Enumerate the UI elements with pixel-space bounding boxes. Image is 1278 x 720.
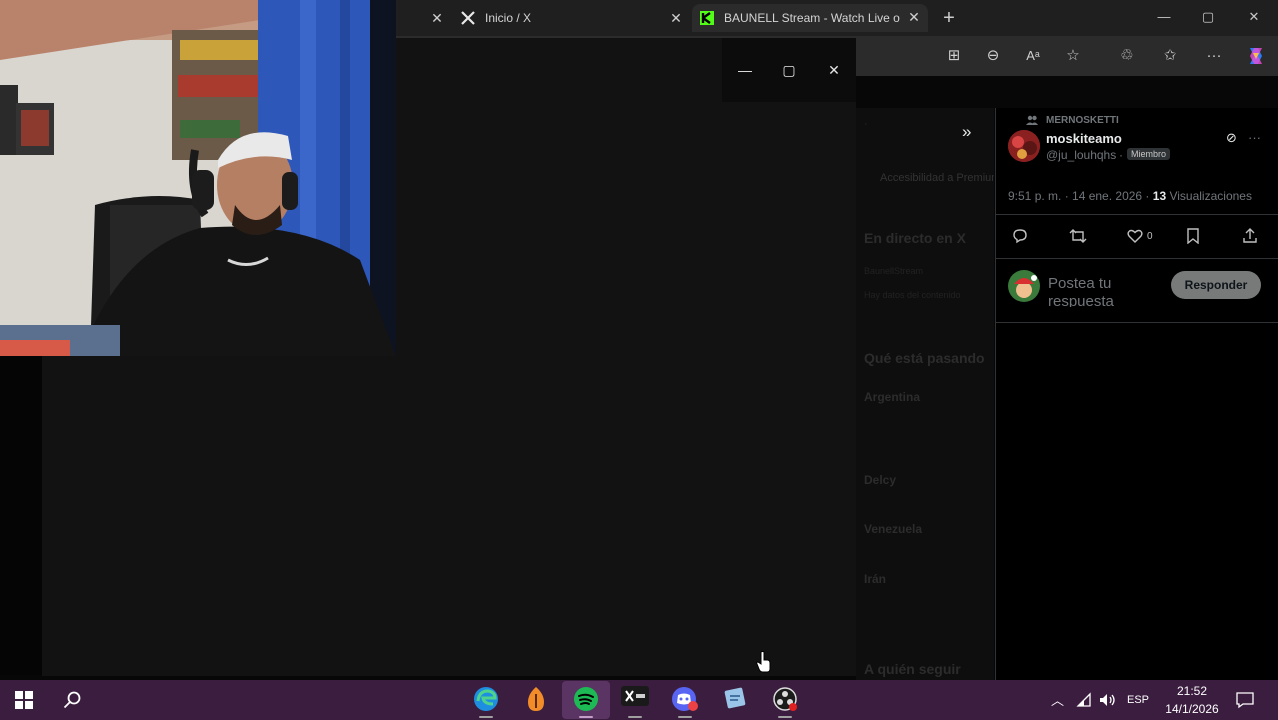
tab-close-icon[interactable]: ✕ xyxy=(905,8,923,26)
repost-icon[interactable] xyxy=(1069,228,1087,244)
search-icon[interactable] xyxy=(63,691,81,709)
taskbar-xsplit-icon[interactable] xyxy=(621,686,649,714)
like-count: 0 xyxy=(1147,231,1153,242)
divider xyxy=(996,258,1278,259)
new-tab-button[interactable]: + xyxy=(940,8,958,28)
trending-heading: Qué está pasando xyxy=(864,350,985,366)
post-meta: 9:51 p. m. · 14 ene. 2026 · 13 Visualiza… xyxy=(1008,189,1252,203)
taskbar-spotify-icon[interactable] xyxy=(572,686,600,714)
reply-input[interactable]: Postea tu respuesta xyxy=(1048,275,1148,307)
taskbar-edge-icon[interactable] xyxy=(472,686,500,714)
tab-close-icon[interactable]: ✕ xyxy=(428,9,446,27)
trend-item: Irán xyxy=(864,572,887,586)
zoom-out-icon[interactable]: ⊖ xyxy=(982,45,1004,67)
bookmark-icon[interactable] xyxy=(1186,228,1200,244)
favorite-star-icon[interactable]: ☆ xyxy=(1062,45,1084,67)
window-maximize-button[interactable]: ▢ xyxy=(1196,6,1220,28)
window-close-button[interactable]: ✕ xyxy=(1242,6,1266,28)
tab-label: BAUNELL Stream - Watch Live on xyxy=(724,11,900,25)
kick-logo-icon xyxy=(700,11,714,25)
premium-link: Accesibilidad a Premium xyxy=(880,172,994,184)
browser-essentials-icon[interactable]: ♲ xyxy=(1116,45,1138,67)
taskbar-active-indicator xyxy=(778,716,792,718)
copilot-icon[interactable] xyxy=(1245,45,1267,67)
like-icon[interactable] xyxy=(1127,229,1143,243)
more-menu-icon[interactable]: ··· xyxy=(1203,45,1225,67)
taskbar-fl-studio-icon[interactable] xyxy=(522,686,550,714)
live-heading: En directo en X xyxy=(864,230,966,246)
webcam-overlay xyxy=(0,0,396,356)
taskbar-active-indicator xyxy=(628,716,642,718)
views-label: Visualizaciones xyxy=(1169,189,1252,203)
tab-baunell-stream[interactable]: BAUNELL Stream - Watch Live on xyxy=(692,4,928,32)
taskbar-active-indicator xyxy=(479,716,493,718)
reply-icon[interactable] xyxy=(1012,228,1028,244)
notifications-icon[interactable] xyxy=(1236,691,1254,709)
tray-chevron-up-icon[interactable]: ︿ xyxy=(1051,690,1064,709)
trend-item: Delcy xyxy=(864,473,897,487)
post-more-icon[interactable]: ··· xyxy=(1248,130,1261,145)
handle[interactable]: @ju_louhqhs xyxy=(1046,148,1116,162)
window-minimize-button[interactable]: — xyxy=(1152,6,1176,28)
trend-item: Argentina xyxy=(864,390,921,404)
live-sub: BaunellStream xyxy=(864,266,924,276)
live-desc: Hay datos del contenido xyxy=(864,290,961,300)
divider xyxy=(996,322,1278,323)
clock-time[interactable]: 21:52 xyxy=(1162,684,1222,698)
taskbar-discord-icon[interactable] xyxy=(671,686,699,714)
read-aloud-icon[interactable]: Aᵃ xyxy=(1022,45,1044,67)
post-panel: MERNOSKETTI moskiteamo @ju_louhqhs · Mie… xyxy=(995,108,1278,680)
taskbar-active-indicator xyxy=(579,716,593,718)
x-logo-icon xyxy=(461,11,475,25)
taskbar-active-indicator xyxy=(678,716,692,718)
background-sidebar: · Accesibilidad a Premium En directo en … xyxy=(856,108,994,680)
divider xyxy=(996,214,1278,215)
avatar[interactable] xyxy=(1008,130,1040,162)
community-icon xyxy=(1026,115,1038,125)
reply-button[interactable]: Responder xyxy=(1171,271,1261,299)
tab-label: Inicio / X xyxy=(485,11,532,25)
follow-heading: A quién seguir xyxy=(864,661,961,677)
webcam-feed-image xyxy=(0,0,396,356)
favorites-icon[interactable]: ✩ xyxy=(1159,45,1181,67)
popout-minimize-button[interactable]: — xyxy=(730,58,760,82)
popout-close-button[interactable]: ✕ xyxy=(819,58,849,82)
tab-close-icon[interactable]: ✕ xyxy=(667,9,685,27)
post-timestamp[interactable]: 9:51 p. m. · 14 ene. 2026 · xyxy=(1008,189,1149,203)
hand-cursor-icon xyxy=(756,651,771,673)
share-icon[interactable] xyxy=(1242,227,1258,244)
handle-separator: · xyxy=(1119,148,1123,162)
clock-date[interactable]: 14/1/2026 xyxy=(1158,702,1226,716)
left-strip xyxy=(0,355,42,675)
windows-start-icon[interactable] xyxy=(15,691,33,709)
grok-icon[interactable]: ⊘ xyxy=(1226,130,1237,146)
screen: ✕ Inicio / X ✕ BAUNELL Stream - Watch Li… xyxy=(0,0,1278,720)
apps-icon[interactable]: ⊞ xyxy=(943,45,965,67)
community-name[interactable]: MERNOSKETTI xyxy=(1046,115,1119,126)
volume-icon[interactable] xyxy=(1099,692,1117,708)
popout-maximize-button[interactable]: ▢ xyxy=(774,58,804,82)
taskbar-notepad-icon[interactable] xyxy=(721,686,749,714)
trend-item: Venezuela xyxy=(864,522,923,536)
tab-inicio-x[interactable]: Inicio / X xyxy=(452,4,684,32)
language-indicator[interactable]: ESP xyxy=(1127,694,1149,706)
expand-chevrons-icon[interactable]: » xyxy=(962,122,971,142)
views-count: 13 xyxy=(1152,189,1167,203)
taskbar-obs-icon[interactable] xyxy=(771,686,799,714)
network-icon[interactable] xyxy=(1076,692,1092,708)
member-badge: Miembro xyxy=(1127,148,1171,160)
display-name[interactable]: moskiteamo xyxy=(1046,131,1122,146)
composer-avatar xyxy=(1008,270,1040,302)
